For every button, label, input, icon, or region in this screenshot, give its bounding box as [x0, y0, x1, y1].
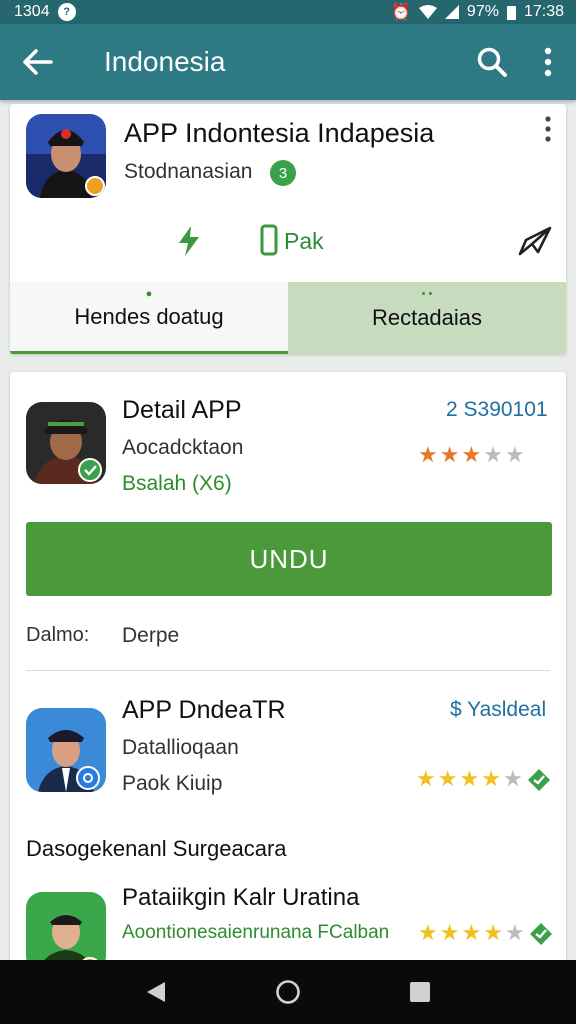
item-subtitle: Datallioqaan: [122, 736, 239, 759]
item-title[interactable]: APP DndeaTR: [122, 696, 286, 725]
detail-row-value: Derpe: [122, 624, 180, 647]
alarm-icon: ⏰: [391, 4, 411, 21]
star-icon: ★: [461, 920, 482, 945]
app-icon[interactable]: [26, 708, 106, 792]
detail-row-label: Dalmo:: [26, 624, 90, 646]
item-title[interactable]: Detail APP: [122, 396, 242, 425]
star-icon: ★: [481, 766, 501, 791]
verified-badge: 3: [270, 160, 296, 186]
star-icon: ★: [418, 442, 438, 467]
verified-icon: [527, 769, 550, 791]
battery-icon: [506, 5, 516, 20]
status-bar: 1304 ? ⏰ 97% 17:38: [0, 0, 576, 24]
notification-icon: ?: [57, 3, 76, 21]
star-icon: ★: [504, 920, 525, 945]
star-icon: ★: [461, 442, 482, 467]
action-label[interactable]: Pak: [284, 228, 324, 255]
more-vert-icon: [545, 116, 551, 142]
nav-home-icon: [276, 980, 300, 1004]
wifi-icon: [418, 5, 437, 19]
tab-bar: ● Hendes doatug • • Rectadaias: [10, 282, 566, 354]
nav-back-button[interactable]: [126, 962, 186, 1022]
arrow-back-icon: [23, 49, 53, 75]
rating-stars: ★ ★ ★ ★ ★: [416, 768, 551, 792]
nav-recents-icon: [410, 982, 430, 1002]
item-meta: Bsalah (X6): [122, 472, 232, 495]
tab-indicator-icon: • •: [421, 288, 433, 300]
search-icon: [477, 47, 507, 77]
more-vert-icon: [544, 47, 552, 77]
star-icon: ★: [439, 442, 460, 467]
tab-details[interactable]: ● Hendes doatug: [10, 282, 288, 354]
star-icon: ★: [502, 766, 523, 791]
item-subtitle: Aoontionesaienrunana FCalban: [122, 922, 390, 943]
overflow-menu-button[interactable]: [520, 24, 576, 100]
item-price: $ Yasldeal: [450, 698, 547, 721]
system-nav-bar: [0, 960, 576, 1024]
app-bar: Indonesia: [0, 24, 576, 100]
lightning-icon[interactable]: [176, 226, 202, 256]
nav-home-button[interactable]: [258, 962, 318, 1022]
download-button[interactable]: UNDU: [26, 522, 552, 596]
rating-stars: ★ ★ ★ ★ ★: [418, 444, 525, 466]
nav-recents-button[interactable]: [390, 962, 450, 1022]
star-icon: ★: [504, 442, 525, 467]
search-button[interactable]: [464, 24, 520, 100]
status-time-left: 1304: [14, 3, 50, 20]
card-menu-button[interactable]: [534, 116, 562, 152]
star-icon: ★: [437, 766, 458, 791]
tab-related-label: Rectadaias: [371, 305, 483, 330]
item-rating-label: 2 S390101: [446, 398, 548, 421]
section-heading: Dasogekenanl Surgeacara: [26, 836, 287, 861]
star-icon: ★: [483, 442, 503, 467]
status-time-right: 17:38: [523, 3, 564, 20]
rating-stars: ★ ★ ★ ★ ★: [418, 922, 553, 946]
app-list-card: Detail APP Aocadcktaon Bsalah (X6) 2 S39…: [10, 372, 566, 972]
share-icon[interactable]: [518, 226, 552, 256]
nav-back-icon: [147, 982, 165, 1002]
battery-level: 97%: [466, 3, 499, 20]
app-name: APP Indontesia Indapesia: [124, 118, 435, 148]
tab-details-label: Hendes doatug: [74, 303, 224, 329]
app-icon[interactable]: [26, 114, 106, 198]
star-icon: ★: [418, 920, 438, 945]
verified-icon: [529, 923, 552, 945]
tab-related[interactable]: • • Rectadaias: [288, 282, 566, 354]
star-icon: ★: [483, 920, 503, 945]
star-icon: ★: [459, 766, 480, 791]
back-button[interactable]: [0, 24, 76, 100]
item-title[interactable]: Pataiikgin Kalr Uratina: [122, 884, 359, 912]
app-icon[interactable]: [26, 402, 106, 484]
item-meta: Paok Kiuip: [122, 772, 223, 795]
star-icon: ★: [439, 920, 460, 945]
page-title: Indonesia: [104, 46, 226, 77]
tab-indicator-icon: ●: [145, 288, 153, 300]
phone-icon: [260, 224, 278, 256]
item-subtitle: Aocadcktaon: [122, 436, 244, 459]
divider: [26, 670, 550, 671]
signal-icon: [444, 5, 459, 19]
star-icon: ★: [416, 766, 436, 791]
app-header-card: APP Indontesia Indapesia Stodnanasian 3 …: [10, 104, 566, 354]
developer-name[interactable]: Stodnanasian: [124, 160, 252, 184]
